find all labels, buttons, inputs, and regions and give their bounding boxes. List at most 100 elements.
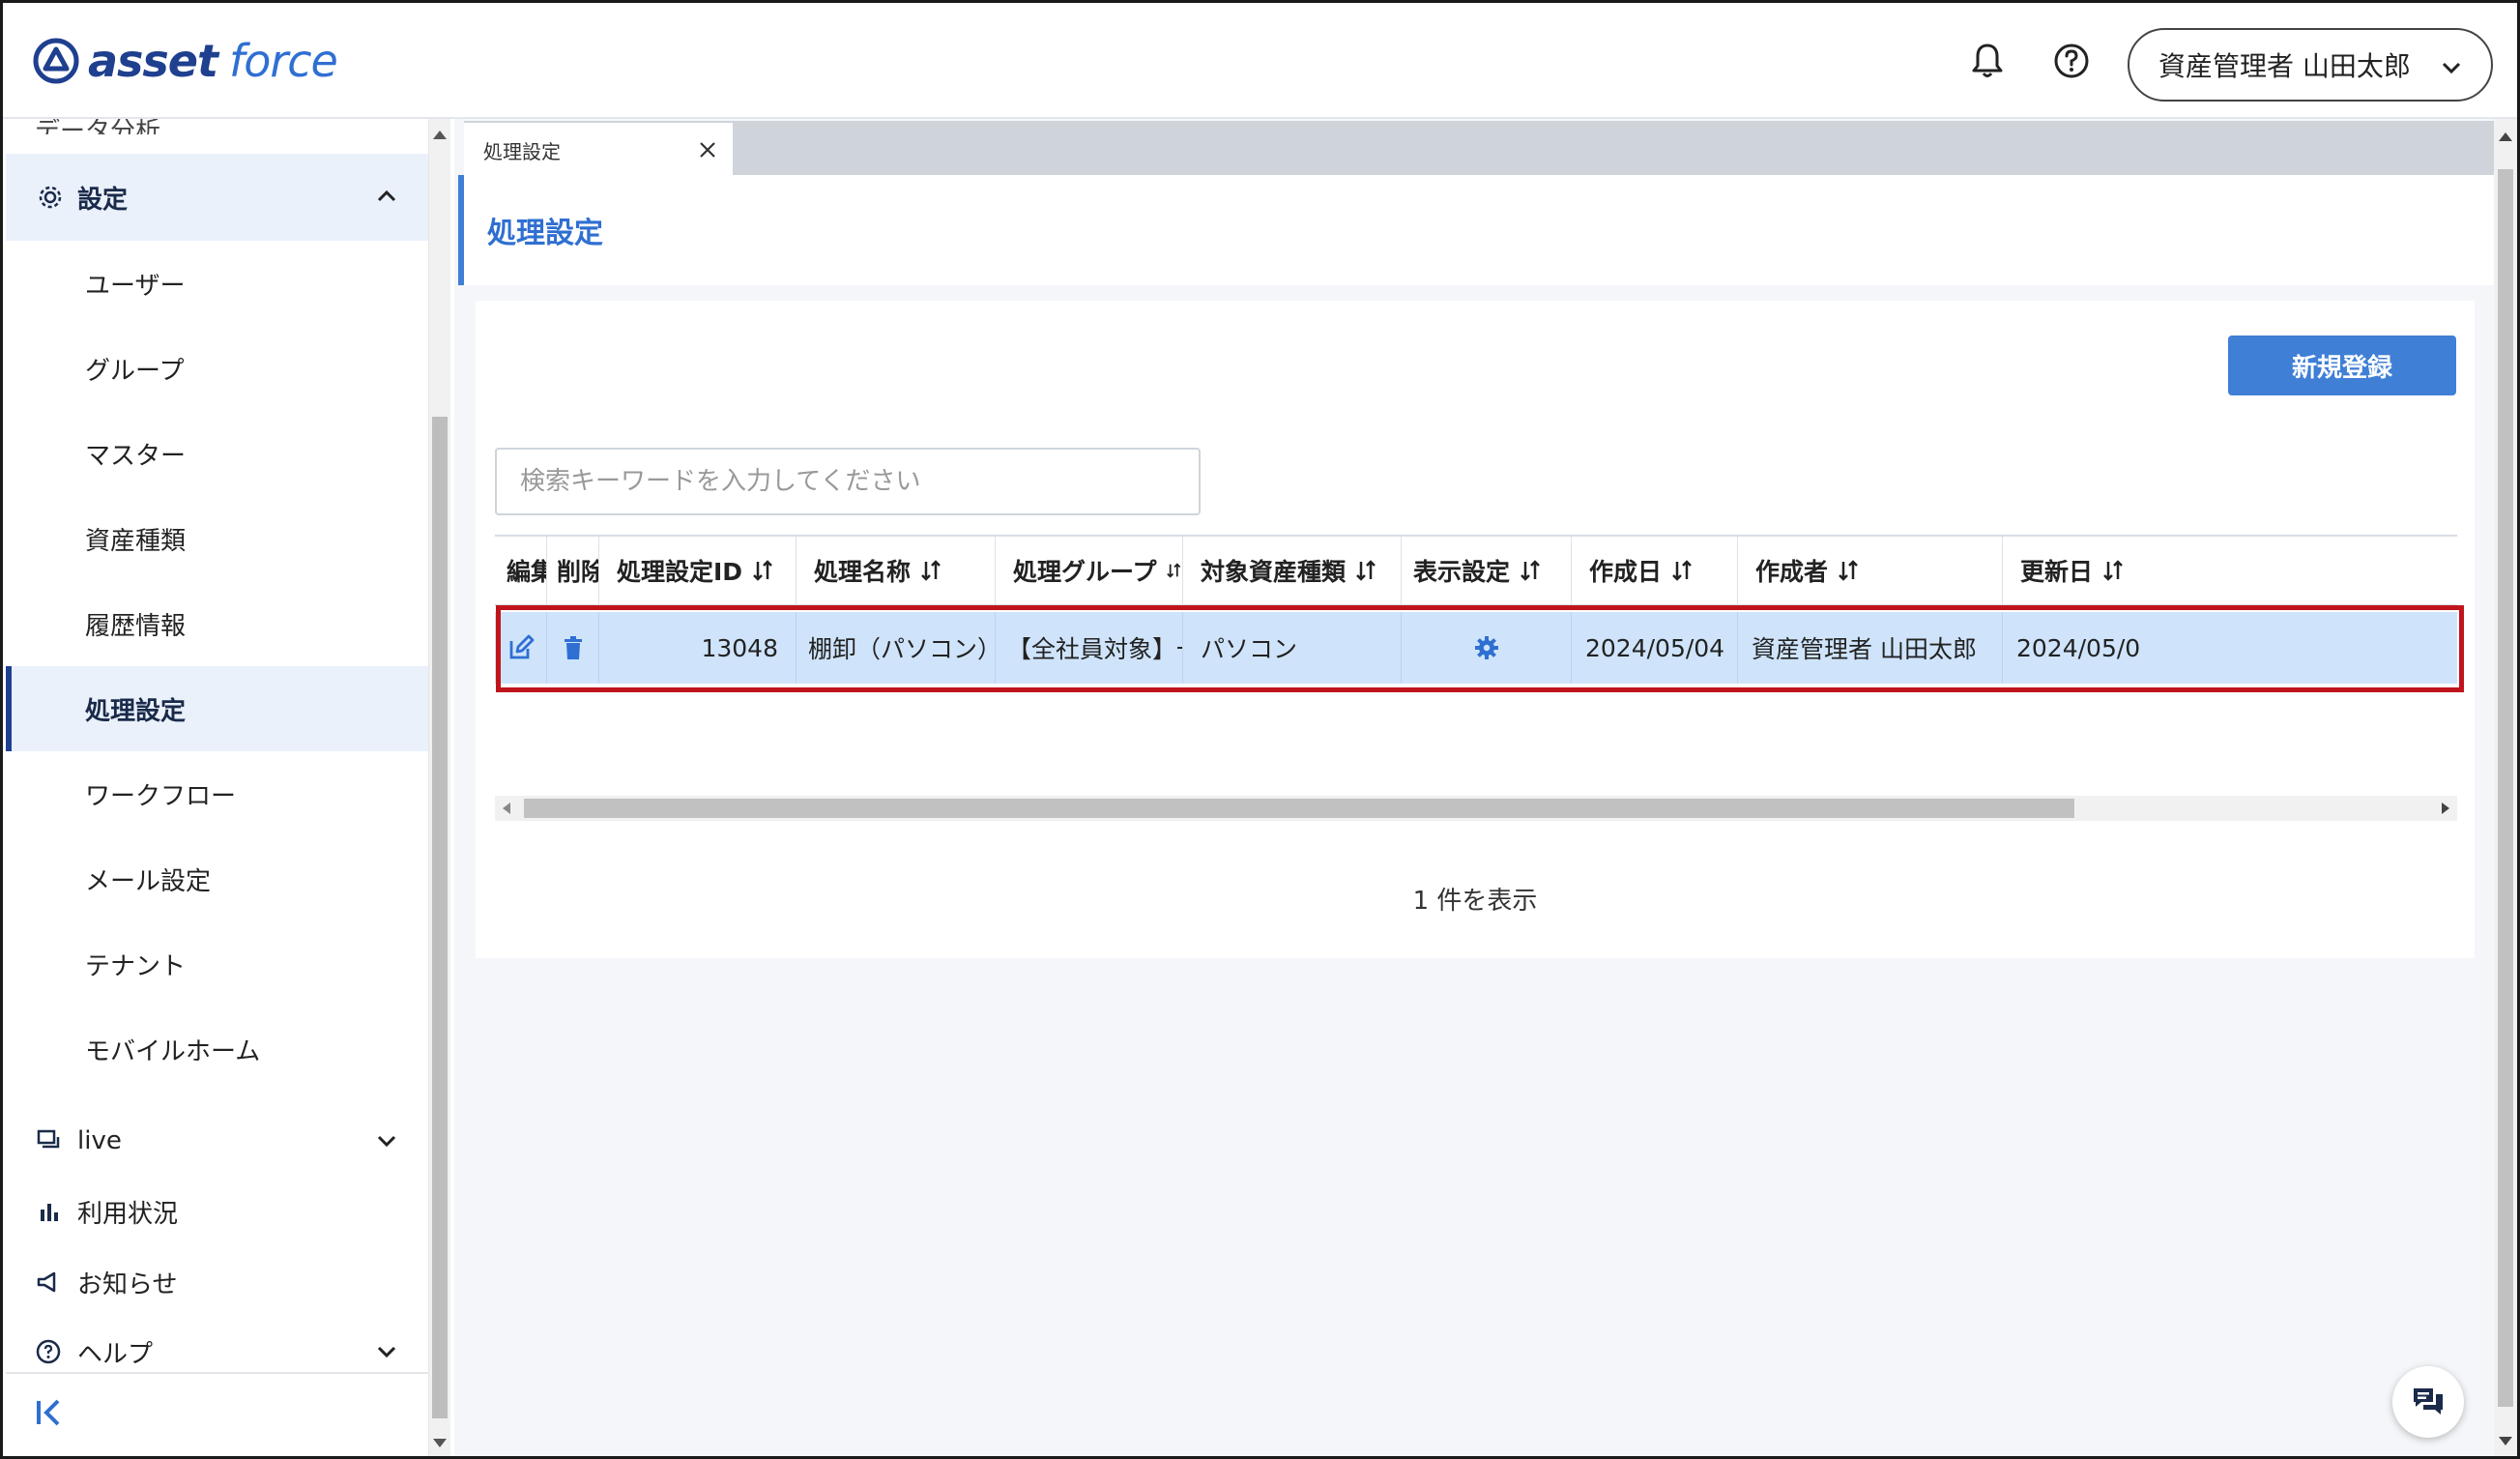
sidebar-item-label: モバイルホーム	[85, 1036, 261, 1066]
list-card: 新規登録 編集 削除 処理設定ID 処理名称 処理グループ 対象資産種類 表示設…	[476, 301, 2475, 958]
scroll-up-arrow-icon[interactable]	[433, 131, 447, 139]
sidebar-group-label: 設定	[77, 185, 129, 215]
column-header-asset-type[interactable]: 対象資産種類	[1183, 537, 1402, 604]
column-header-created-date[interactable]: 作成日	[1572, 537, 1738, 604]
edit-cell	[495, 612, 547, 684]
sort-icon[interactable]	[1165, 558, 1182, 583]
gear-icon	[39, 186, 62, 209]
bar-chart-icon	[41, 1204, 58, 1221]
gear-icon[interactable]	[1472, 633, 1501, 662]
column-header-label: 処理名称	[814, 558, 912, 586]
chevron-down-icon	[377, 1346, 396, 1358]
app-logo[interactable]: asset force	[32, 32, 338, 90]
search-input[interactable]	[495, 448, 1201, 515]
sidebar-item-help[interactable]: ヘルプ	[6, 1318, 428, 1386]
trash-icon[interactable]	[559, 633, 588, 662]
sort-icon[interactable]	[1353, 558, 1378, 583]
close-icon[interactable]	[696, 138, 719, 161]
sidebar-item-label: 処理設定	[85, 696, 187, 726]
sort-icon[interactable]	[1836, 558, 1861, 583]
sidebar-item-label: 資産種類	[85, 526, 187, 556]
creator-cell: 資産管理者 山田太郎	[1738, 612, 2003, 684]
sidebar-item-master[interactable]: マスター	[6, 411, 428, 496]
chat-icon	[37, 1129, 60, 1149]
table-horizontal-scrollbar[interactable]	[495, 796, 2457, 821]
sidebar-item-mobile-home[interactable]: モバイルホーム	[6, 1007, 428, 1092]
result-count: 1 件を表示	[1412, 887, 1538, 916]
data-table: 編集 削除 処理設定ID 処理名称 処理グループ 対象資産種類 表示設定 作成日…	[495, 535, 2457, 728]
help-circle-icon[interactable]	[2046, 36, 2097, 86]
sort-icon[interactable]	[2100, 558, 2126, 583]
sidebar-item-process-settings[interactable]: 処理設定	[6, 666, 428, 751]
created-date-cell: 2024/05/04	[1572, 612, 1738, 684]
column-header-label: 表示設定	[1413, 558, 1511, 586]
column-header-label: 処理設定ID	[617, 558, 743, 586]
column-header-label: 作成日	[1589, 558, 1663, 586]
scrollbar-thumb[interactable]	[432, 417, 448, 1418]
column-header-edit: 編集	[495, 537, 547, 604]
tab-label: 処理設定	[483, 139, 561, 163]
sidebar-item-mail-settings[interactable]: メール設定	[6, 836, 428, 921]
sort-icon[interactable]	[750, 558, 775, 583]
sort-icon[interactable]	[1518, 558, 1543, 583]
collapse-sidebar-icon[interactable]	[33, 1395, 68, 1430]
user-name: 資産管理者 山田太郎	[2158, 50, 2411, 82]
sidebar-item-tenant[interactable]: テナント	[6, 921, 428, 1007]
sidebar-group-settings[interactable]: 設定	[6, 154, 428, 241]
asset-type-cell: パソコン	[1183, 612, 1402, 684]
sidebar-item-groups[interactable]: グループ	[6, 326, 428, 411]
column-header-label: 処理グループ	[1013, 558, 1157, 586]
sidebar-item-asset-types[interactable]: 資産種類	[6, 496, 428, 581]
process-group-cell: 【全社員対象】一括更新	[996, 612, 1183, 684]
notification-bell-icon[interactable]	[1962, 36, 2013, 86]
scroll-right-arrow-icon[interactable]	[2442, 802, 2449, 814]
sort-icon[interactable]	[1669, 558, 1694, 583]
sidebar-item-live[interactable]: live	[6, 1107, 428, 1175]
user-menu-button[interactable]: 資産管理者 山田太郎	[2128, 28, 2493, 102]
column-header-label: 対象資産種類	[1201, 558, 1347, 586]
column-header-process-name[interactable]: 処理名称	[797, 537, 996, 604]
table-row[interactable]: 13048 棚卸（パソコン）一括更新 【全社員対象】一括更新 パソコン 2024…	[495, 612, 2457, 684]
sidebar-item-history[interactable]: 履歴情報	[6, 581, 428, 666]
chat-support-button[interactable]	[2392, 1366, 2464, 1438]
sidebar-item-usage[interactable]: 利用状況	[6, 1178, 428, 1245]
sidebar-item-data-analysis[interactable]: データ分析	[35, 119, 160, 134]
sidebar-item-workflow[interactable]: ワークフロー	[6, 751, 428, 836]
sidebar-item-label: テナント	[85, 951, 187, 981]
column-header-display-settings[interactable]: 表示設定	[1402, 537, 1572, 604]
sidebar-divider	[6, 1372, 428, 1374]
scrollbar-thumb[interactable]	[524, 799, 2074, 818]
updated-date-cell: 2024/05/0	[2016, 633, 2141, 662]
sort-icon[interactable]	[918, 558, 943, 583]
sidebar-item-label: グループ	[85, 356, 185, 386]
tab-process-settings[interactable]: 処理設定	[464, 123, 733, 177]
process-id-cell: 13048	[599, 612, 797, 684]
column-header-creator[interactable]: 作成者	[1738, 537, 2003, 604]
scroll-down-arrow-icon[interactable]	[433, 1439, 447, 1447]
column-header-process-group[interactable]: 処理グループ	[996, 537, 1183, 604]
scroll-left-arrow-icon[interactable]	[503, 802, 510, 814]
column-header-label: 削除	[557, 558, 598, 586]
sidebar: データ分析 設定 ユーザー グループ マスター 資産種類 履歴情報 処理設定 ワ…	[6, 119, 429, 1456]
scroll-down-arrow-icon[interactable]	[2499, 1437, 2512, 1445]
sidebar-item-users[interactable]: ユーザー	[6, 241, 428, 326]
sidebar-item-label: 履歴情報	[85, 611, 187, 641]
process-name-cell: 棚卸（パソコン）一括更新	[797, 612, 996, 684]
sidebar-item-label: 利用状況	[77, 1199, 179, 1229]
column-header-process-id[interactable]: 処理設定ID	[599, 537, 797, 604]
column-header-updated-date[interactable]: 更新日	[2003, 537, 2196, 604]
main-scrollbar[interactable]	[2494, 119, 2517, 1456]
scrollbar-thumb[interactable]	[2498, 169, 2513, 1407]
sidebar-item-label: live	[77, 1126, 122, 1155]
chat-icon	[2414, 1388, 2443, 1415]
sidebar-item-label: マスター	[85, 441, 187, 471]
chevron-down-icon	[2442, 62, 2461, 74]
top-header: asset force 資産管理者 山田太郎	[3, 3, 2517, 119]
edit-icon[interactable]	[507, 633, 536, 662]
sidebar-scrollbar[interactable]	[429, 119, 450, 1456]
sidebar-item-label: メール設定	[85, 866, 212, 896]
sidebar-item-label: お知らせ	[77, 1269, 178, 1299]
scroll-up-arrow-icon[interactable]	[2499, 132, 2512, 141]
sidebar-item-notices[interactable]: お知らせ	[6, 1248, 428, 1316]
new-register-button[interactable]: 新規登録	[2228, 336, 2456, 395]
